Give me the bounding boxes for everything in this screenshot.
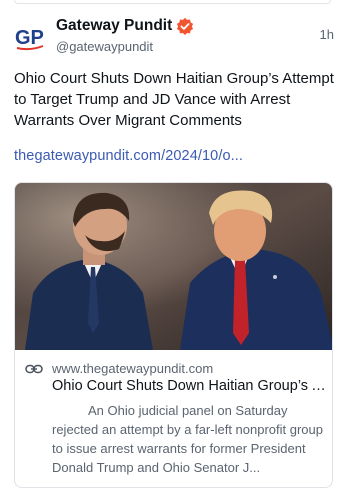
author-handle[interactable]: @gatewaypundit: [56, 37, 194, 57]
link-preview-domain-row: www.thegatewaypundit.com: [25, 361, 325, 376]
author-block: Gateway Pundit @gatewaypundit: [56, 16, 194, 57]
post-header: GP Gateway Pundit @gatewaypundit 1h: [14, 16, 334, 60]
gateway-pundit-logo-icon: GP: [15, 27, 44, 51]
author-name[interactable]: Gateway Pundit: [56, 16, 172, 36]
link-icon: [25, 363, 43, 375]
photo-two-men-suits-icon: [15, 183, 332, 350]
post-timestamp[interactable]: 1h: [320, 27, 334, 42]
svg-text:GP: GP: [15, 27, 44, 49]
post-link[interactable]: thegatewaypundit.com/2024/10/o...: [14, 148, 334, 164]
link-preview-domain: www.thegatewaypundit.com: [52, 361, 214, 376]
post-text: Ohio Court Shuts Down Haitian Group’s At…: [14, 70, 334, 129]
link-preview-description: An Ohio judicial panel on Saturday rejec…: [52, 403, 323, 475]
link-preview-title[interactable]: Ohio Court Shuts Down Haitian Group’s At…: [52, 378, 329, 394]
avatar[interactable]: GP: [14, 22, 46, 54]
link-preview-card[interactable]: www.thegatewaypundit.com Ohio Court Shut…: [14, 182, 333, 488]
link-preview-image[interactable]: [15, 183, 332, 350]
previous-post-card-edge: [14, 0, 331, 4]
author-name-row[interactable]: Gateway Pundit: [56, 16, 194, 36]
verified-badge-icon: [176, 17, 194, 35]
